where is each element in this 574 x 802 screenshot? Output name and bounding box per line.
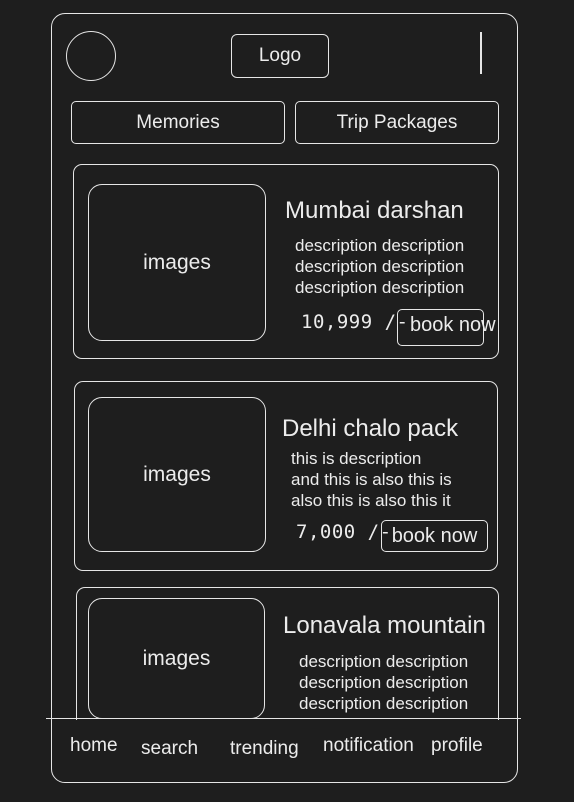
book-now-button[interactable]: book now	[397, 309, 496, 346]
tab-trip-packages[interactable]: Trip Packages	[295, 101, 499, 144]
package-image-label: images	[143, 462, 211, 486]
bottom-nav-divider	[46, 718, 521, 719]
package-description-line: description description	[299, 652, 469, 671]
logo: Logo	[231, 34, 329, 78]
nav-notification[interactable]: notification	[323, 735, 414, 757]
logo-label: Logo	[258, 45, 302, 66]
nav-trending[interactable]: trending	[230, 738, 299, 760]
package-title: Mumbai darshan	[285, 197, 464, 224]
package-description-line: and this is also this is	[291, 470, 452, 489]
book-now-button[interactable]: book now	[381, 520, 488, 552]
package-title: Delhi chalo pack	[282, 415, 459, 442]
nav-profile[interactable]: profile	[431, 735, 483, 757]
tab-memories-label: Memories	[136, 111, 220, 133]
package-description-line: description description	[295, 257, 465, 276]
package-image: images	[88, 397, 266, 552]
avatar[interactable]	[66, 31, 116, 81]
package-description-line: this is description	[291, 449, 422, 468]
package-image: images	[88, 184, 266, 341]
nav-search[interactable]: search	[141, 738, 198, 760]
tab-trip-packages-label: Trip Packages	[336, 111, 458, 133]
package-price: 7,000 /-	[296, 521, 392, 543]
package-image: images	[88, 598, 265, 719]
package-image-label: images	[142, 646, 211, 670]
package-description-line: description description	[295, 236, 465, 255]
package-title: Lonavala mountain	[283, 612, 486, 639]
book-now-label: book now	[410, 314, 496, 336]
tab-memories[interactable]: Memories	[71, 101, 285, 144]
menu-icon[interactable]	[480, 32, 482, 74]
package-price: 10,999 /-	[301, 311, 409, 333]
package-description-line: description description	[299, 673, 469, 692]
package-description-line: description description	[299, 694, 469, 713]
package-description-line: also this is also this it	[291, 491, 451, 510]
package-description-line: description description	[295, 278, 465, 297]
package-image-label: images	[143, 250, 211, 274]
book-now-label: book now	[391, 524, 478, 547]
nav-home[interactable]: home	[70, 735, 118, 757]
